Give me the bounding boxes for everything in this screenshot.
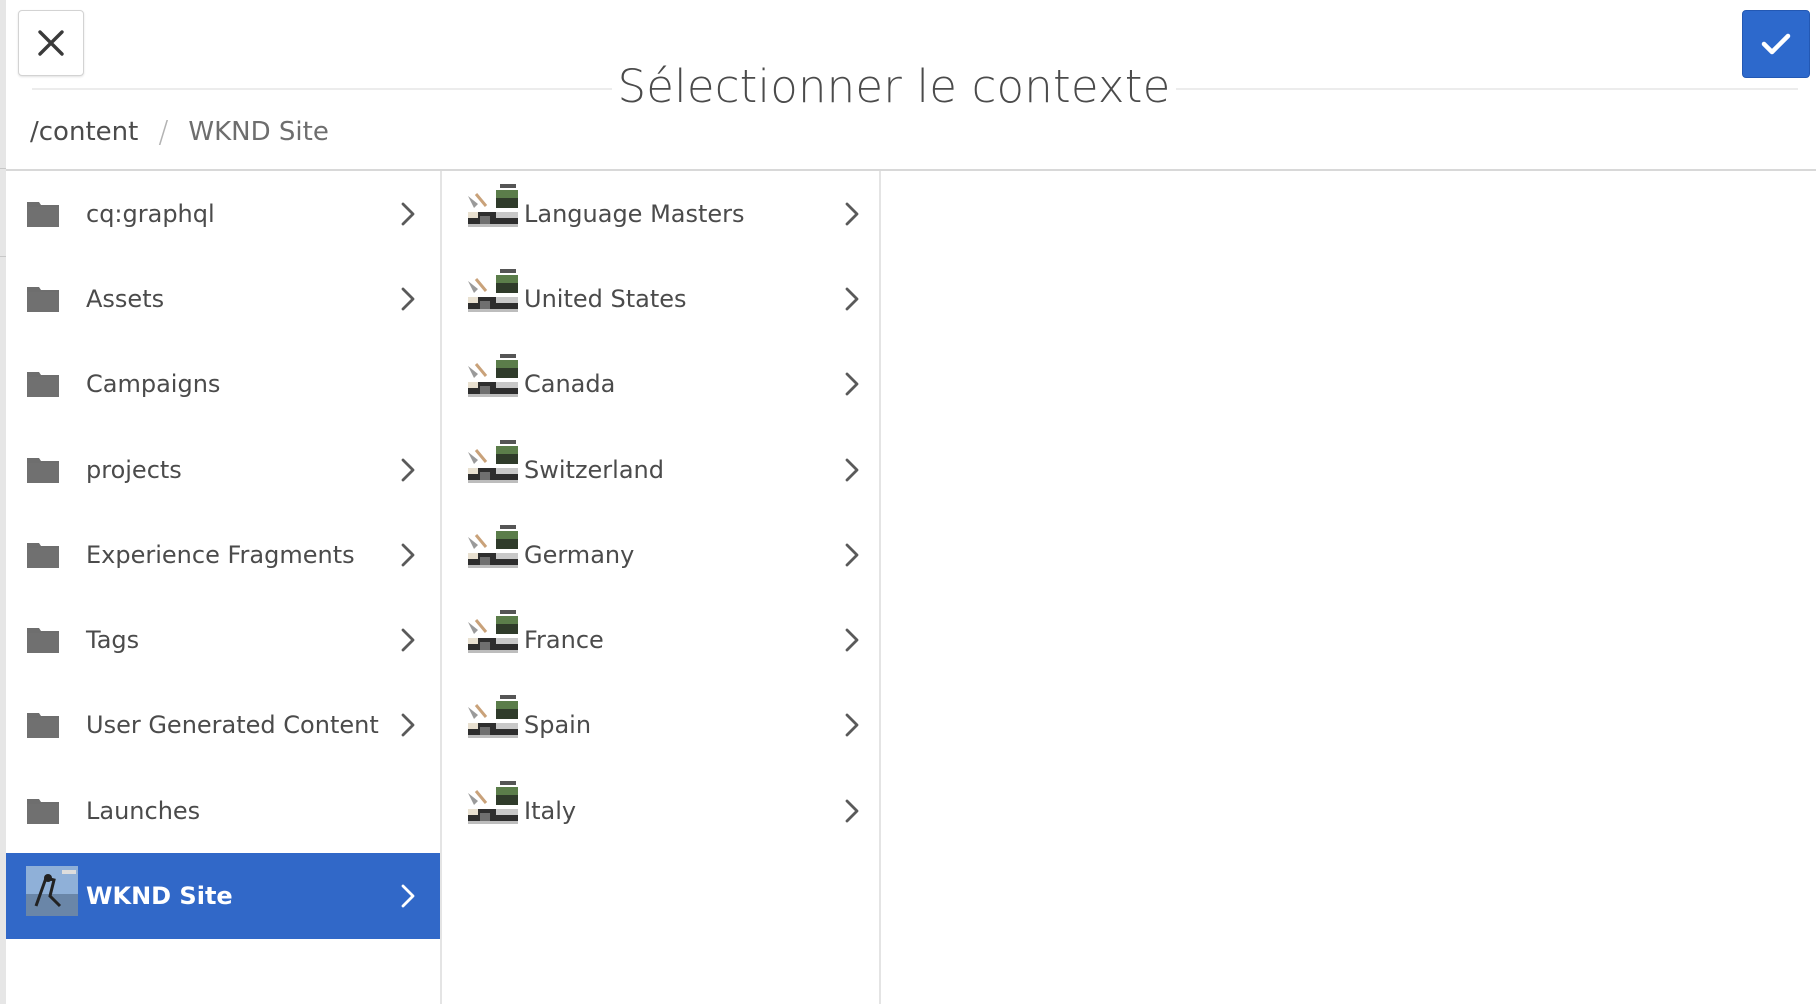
column-2-item[interactable]: Spain: [442, 683, 879, 768]
column-1-item[interactable]: User Generated Content: [6, 683, 440, 768]
column-2-item[interactable]: United States: [442, 256, 879, 341]
column-2-item-label: Canada: [524, 370, 616, 399]
chevron-right-icon: [400, 712, 416, 738]
folder-icon: [26, 709, 62, 741]
folder-icon: [26, 283, 62, 315]
column-1-item-label: Launches: [86, 796, 201, 825]
column-1-item-label: Experience Fragments: [86, 540, 355, 569]
folder-icon: [26, 539, 62, 571]
column-2-item-label: Germany: [524, 540, 635, 569]
breadcrumb: /content / WKND Site: [30, 112, 329, 152]
column-2-item-label: Language Masters: [524, 199, 745, 228]
app-root: Sélectionner le contexte /content / WKND…: [0, 0, 1816, 1004]
column-1-item[interactable]: Assets: [6, 256, 440, 341]
column-2-item[interactable]: Language Masters: [442, 171, 879, 256]
column-2-item[interactable]: Switzerland: [442, 427, 879, 512]
column-1-item-label: User Generated Content: [86, 711, 379, 740]
chevron-right-icon: [400, 627, 416, 653]
folder-icon: [26, 454, 62, 486]
page-thumbnail-icon: [466, 267, 518, 317]
select-context-dialog: Sélectionner le contexte /content / WKND…: [6, 0, 1816, 1004]
breadcrumb-current: WKND Site: [188, 117, 329, 147]
column-1-item-label: cq:graphql: [86, 199, 215, 228]
column-2-item-label: United States: [524, 284, 687, 313]
page-thumbnail-icon: [466, 608, 518, 658]
page-thumbnail-icon: [466, 693, 518, 743]
folder-icon: [26, 795, 62, 827]
column-1-item[interactable]: cq:graphql: [6, 171, 440, 256]
breadcrumb-separator: /: [158, 114, 169, 150]
column-1-item-label: WKND Site: [86, 882, 233, 911]
breadcrumb-root[interactable]: /content: [30, 117, 138, 147]
column-1-item[interactable]: projects: [6, 427, 440, 512]
chevron-right-icon: [844, 627, 860, 653]
column-view-column-2: Language Masters United States Canada Switz…: [442, 171, 881, 1004]
column-1-item[interactable]: Tags: [6, 597, 440, 682]
dialog-title: Sélectionner le contexte: [6, 60, 1782, 113]
column-2-item-label: Italy: [524, 796, 577, 825]
column-2-item[interactable]: France: [442, 597, 879, 682]
folder-icon: [26, 368, 62, 400]
chevron-right-icon: [844, 371, 860, 397]
dialog-title-text: Sélectionner le contexte: [611, 60, 1177, 113]
page-thumbnail-icon: [466, 438, 518, 488]
column-2-item-label: Switzerland: [524, 455, 664, 484]
column-1-item[interactable]: WKND Site: [6, 853, 440, 939]
chevron-right-icon: [844, 542, 860, 568]
column-2-item[interactable]: Canada: [442, 342, 879, 427]
page-thumbnail-icon: [466, 182, 518, 232]
column-1-item-label: Tags: [86, 626, 140, 655]
folder-icon: [26, 198, 62, 230]
chevron-right-icon: [844, 712, 860, 738]
column-2-item-label: Spain: [524, 711, 592, 740]
column-1-item-label: Assets: [86, 284, 165, 313]
chevron-right-icon: [400, 457, 416, 483]
close-icon: [38, 30, 64, 56]
page-thumbnail-icon: [466, 779, 518, 829]
column-1-item[interactable]: Experience Fragments: [6, 512, 440, 597]
chevron-right-icon: [400, 542, 416, 568]
folder-icon: [26, 624, 62, 656]
column-1-item[interactable]: Launches: [6, 768, 440, 853]
column-2-item-label: France: [524, 626, 604, 655]
page-thumbnail-icon: [466, 523, 518, 573]
column-1-item-label: Campaigns: [86, 370, 221, 399]
column-2-item[interactable]: Germany: [442, 512, 879, 597]
page-thumbnail-icon: [466, 352, 518, 402]
chevron-right-icon: [400, 201, 416, 227]
chevron-right-icon: [400, 286, 416, 312]
column-1-item-label: projects: [86, 455, 182, 484]
chevron-right-icon: [844, 798, 860, 824]
chevron-right-icon: [844, 286, 860, 312]
chevron-right-icon: [400, 883, 416, 909]
chevron-right-icon: [844, 201, 860, 227]
column-2-item[interactable]: Italy: [442, 768, 879, 853]
column-1-item[interactable]: Campaigns: [6, 342, 440, 427]
chevron-right-icon: [844, 457, 860, 483]
checkmark-icon: [1761, 33, 1791, 55]
site-thumbnail-icon: [26, 866, 78, 917]
column-view-column-1: cq:graphql Assets Campaigns projects Experie…: [6, 171, 442, 1004]
